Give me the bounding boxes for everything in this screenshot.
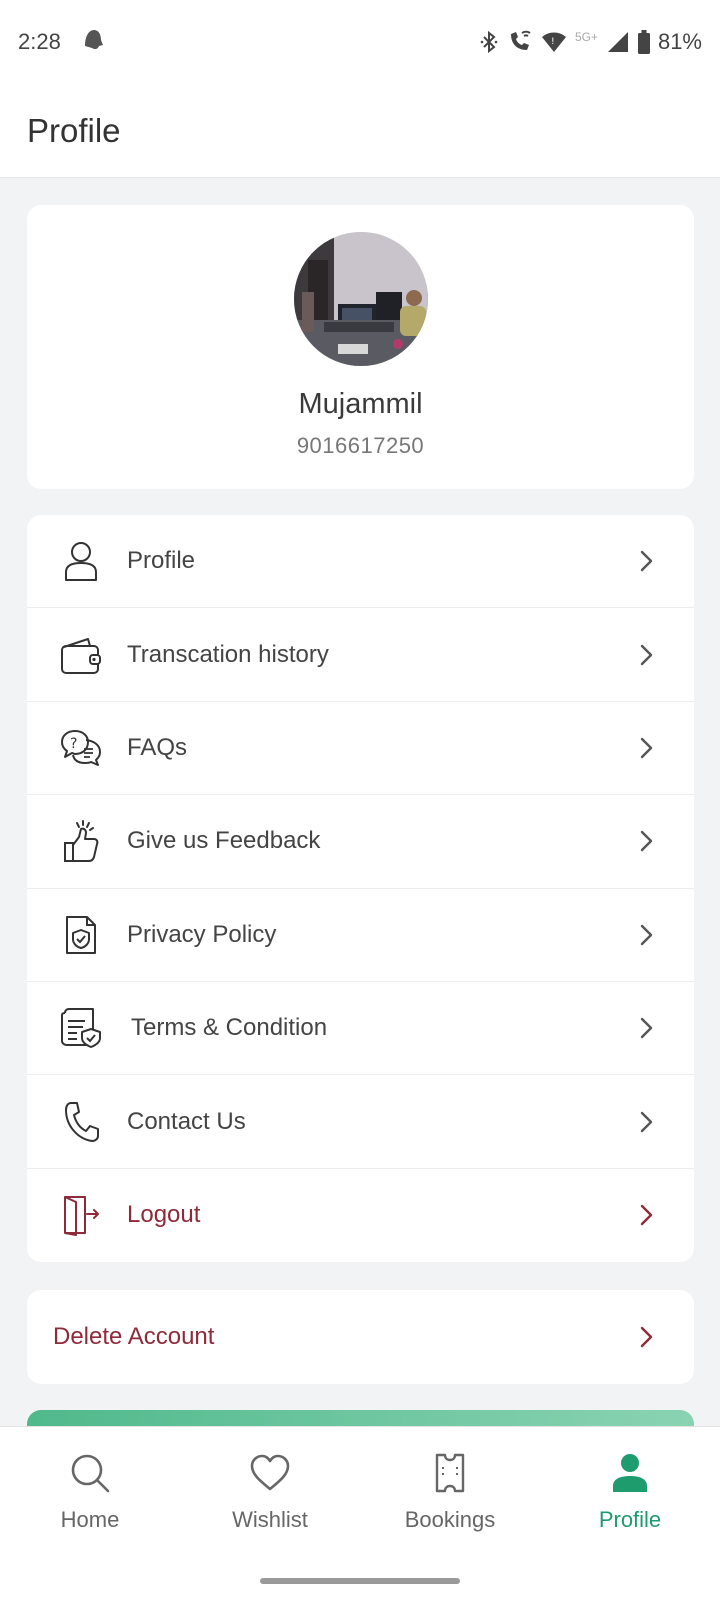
chevron-right-icon <box>640 1017 653 1039</box>
signal-icon <box>606 31 630 53</box>
faq-chat-icon: ? <box>59 726 103 770</box>
user-icon <box>59 539 103 583</box>
battery-icon <box>637 30 650 54</box>
menu-item-label: FAQs <box>127 733 188 761</box>
nav-label: Home <box>60 1507 120 1532</box>
menu-item-label: Privacy Policy <box>127 920 277 948</box>
menu-item-feedback[interactable]: Give us Feedback <box>27 795 694 889</box>
chevron-right-icon <box>640 1326 653 1348</box>
wallet-icon <box>59 633 103 677</box>
chevron-right-icon <box>640 550 653 572</box>
avatar[interactable] <box>293 232 428 366</box>
network-type: 5G+ <box>574 30 598 44</box>
menu-item-transaction-history[interactable]: Transcation history <box>27 608 694 702</box>
chevron-right-icon <box>640 1111 653 1132</box>
nav-item-home[interactable]: Home <box>0 1427 180 1567</box>
shield-document-icon <box>59 913 103 957</box>
chevron-right-icon <box>640 924 653 945</box>
app-header: Profile <box>0 84 720 178</box>
delete-account-button[interactable]: Delete Account <box>27 1290 694 1384</box>
menu-item-logout[interactable]: Logout <box>27 1169 694 1262</box>
settings-menu: Profile Transcation history ? FAQs Give … <box>27 515 694 1262</box>
nav-item-wishlist[interactable]: Wishlist <box>180 1427 360 1567</box>
chevron-right-icon <box>640 737 653 759</box>
search-icon <box>68 1451 112 1495</box>
menu-item-label: Give us Feedback <box>127 827 321 855</box>
menu-item-label: Logout <box>127 1201 201 1229</box>
heart-icon <box>248 1451 292 1495</box>
chevron-right-icon <box>640 831 653 852</box>
profile-card: Mujammil 9016617250 <box>27 205 694 489</box>
svg-text:!: ! <box>551 37 555 47</box>
wifi-icon: ! <box>541 31 567 53</box>
battery-level: 81% <box>657 29 702 54</box>
status-time: 2:28 <box>18 29 61 54</box>
nav-label: Bookings <box>404 1507 496 1532</box>
delete-account-label: Delete Account <box>53 1323 215 1350</box>
menu-item-label: Terms & Condition <box>131 1014 328 1042</box>
user-phone: 9016617250 <box>296 433 425 458</box>
menu-item-profile[interactable]: Profile <box>27 515 694 609</box>
bluetooth-icon <box>479 30 499 54</box>
logout-door-icon <box>59 1193 103 1237</box>
user-name: Mujammil <box>298 388 423 420</box>
wifi-call-icon <box>507 30 533 54</box>
nav-item-profile[interactable]: Profile <box>540 1427 720 1567</box>
page-title: Profile <box>27 111 121 149</box>
terms-document-icon <box>59 1006 103 1050</box>
menu-item-terms[interactable]: Terms & Condition <box>27 982 694 1076</box>
menu-item-contact-us[interactable]: Contact Us <box>27 1075 694 1169</box>
menu-item-label: Profile <box>127 547 196 575</box>
nav-label: Wishlist <box>232 1507 308 1532</box>
phone-icon <box>59 1100 103 1144</box>
menu-item-faqs[interactable]: ? FAQs <box>27 702 694 796</box>
thumbs-up-icon <box>59 819 103 863</box>
chevron-right-icon <box>640 1205 653 1226</box>
ticket-icon <box>428 1451 472 1495</box>
bottom-nav: Home Wishlist Bookings Profile <box>0 1426 720 1600</box>
menu-item-label: Contact Us <box>127 1107 246 1135</box>
svg-text:?: ? <box>70 736 77 752</box>
chevron-right-icon <box>640 644 653 665</box>
menu-item-privacy-policy[interactable]: Privacy Policy <box>27 889 694 982</box>
status-bar: 2:28 ! 5G+ 81% <box>0 0 720 84</box>
home-indicator[interactable] <box>260 1578 460 1584</box>
nav-item-bookings[interactable]: Bookings <box>360 1427 540 1567</box>
menu-item-label: Transcation history <box>127 640 329 668</box>
notification-app-icon <box>81 26 105 58</box>
person-icon <box>608 1451 652 1495</box>
nav-label: Profile <box>598 1507 662 1532</box>
